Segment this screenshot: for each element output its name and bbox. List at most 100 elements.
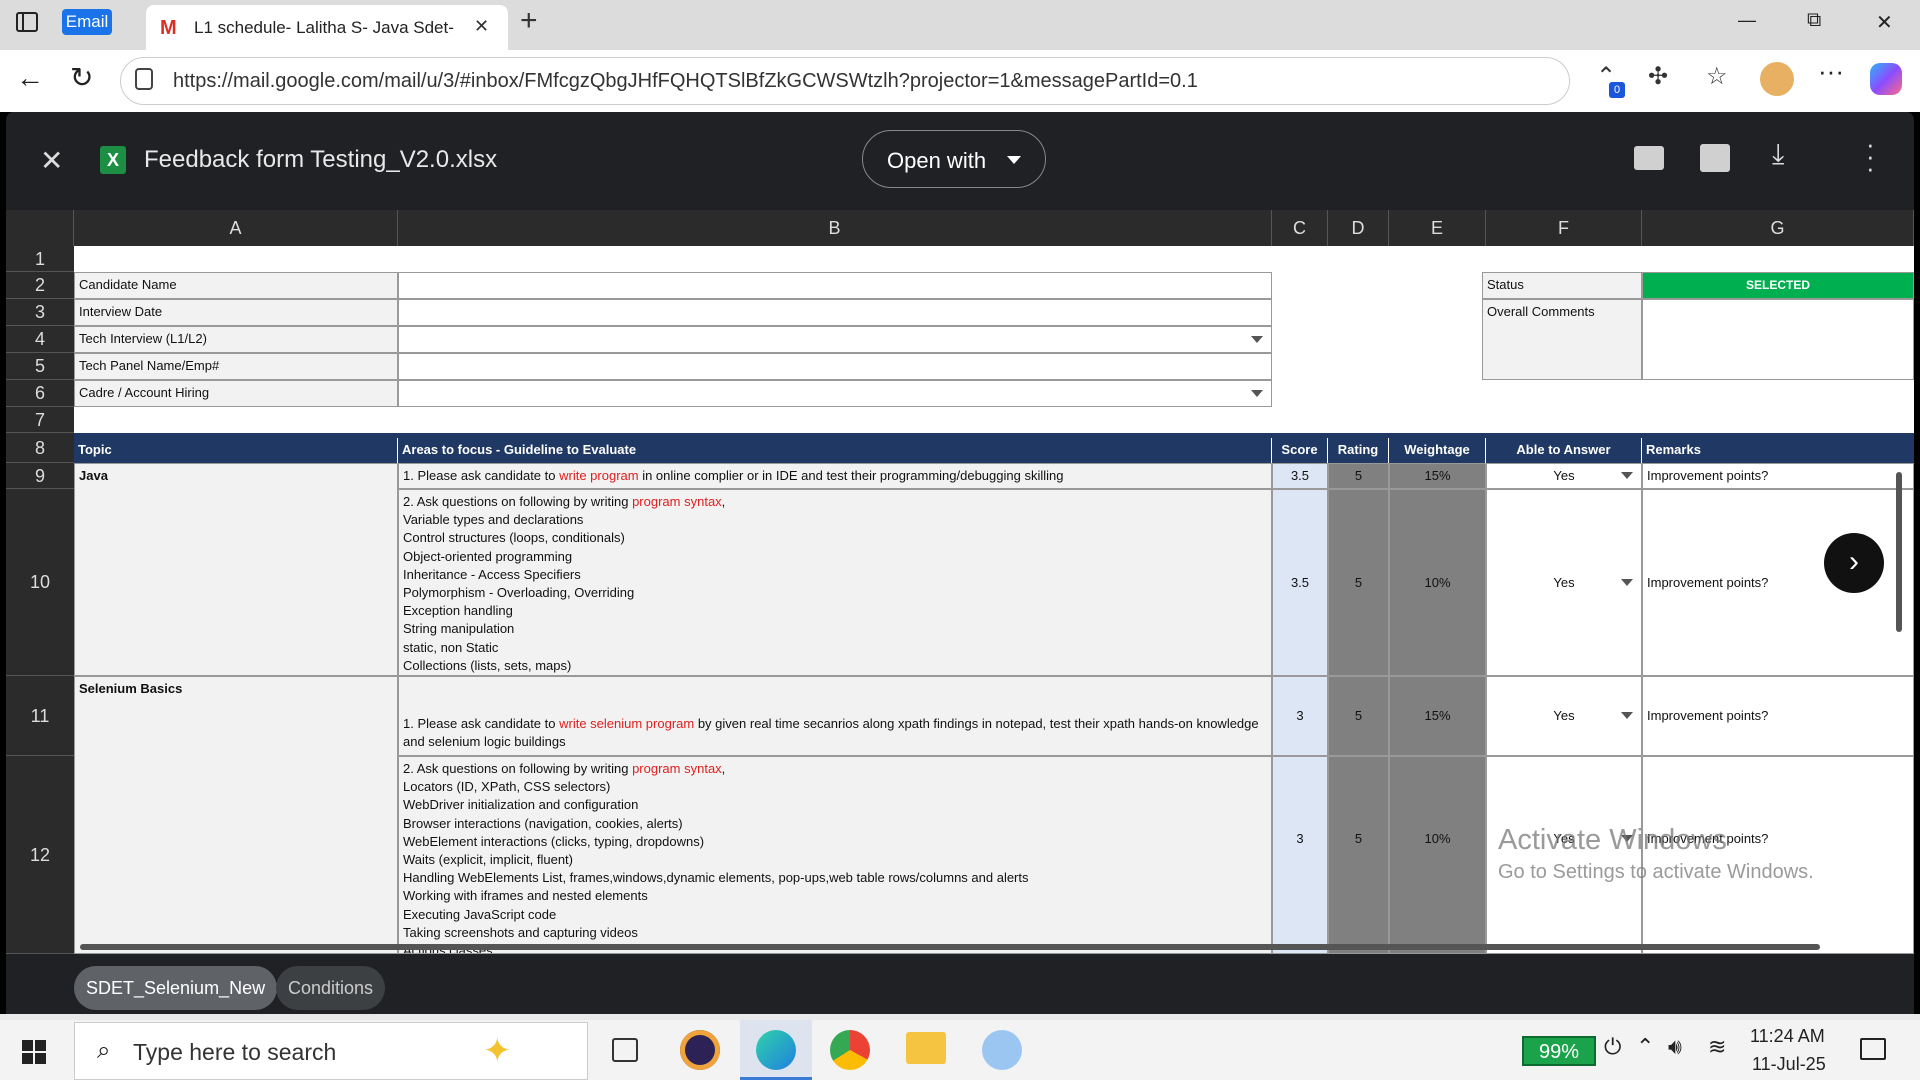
label-candidate-name: Candidate Name <box>74 272 398 299</box>
row-header-10[interactable]: 10 <box>6 489 74 676</box>
guideline-r12-item: Executing JavaScript code <box>403 906 557 922</box>
row-header-8[interactable]: 8 <box>6 433 74 463</box>
row-header-5[interactable]: 5 <box>6 353 74 380</box>
guideline-r12-item: WebDriver initialization and configurati… <box>403 797 639 813</box>
vertical-scrollbar[interactable] <box>1896 472 1902 632</box>
score-r9[interactable]: 3.5 <box>1272 463 1328 489</box>
address-bar[interactable]: https://mail.google.com/mail/u/3/#inbox/… <box>120 57 1570 105</box>
row-header-7[interactable]: 7 <box>6 407 74 433</box>
chrome-app-icon[interactable] <box>830 1030 870 1070</box>
sheet-tab-sdet-selenium-new[interactable]: SDET_Selenium_New <box>74 966 278 1010</box>
lock-icon[interactable] <box>135 68 153 90</box>
wifi-icon[interactable]: ≋ <box>1708 1034 1726 1060</box>
copilot-icon[interactable] <box>1870 63 1902 95</box>
favorites-icon[interactable]: ☆ <box>1706 62 1728 91</box>
back-icon[interactable]: ← <box>16 62 44 94</box>
file-explorer-icon[interactable] <box>906 1032 946 1064</box>
dropdown-arrow-icon[interactable] <box>1621 579 1633 586</box>
dropdown-arrow-icon[interactable] <box>1621 712 1633 719</box>
score-r11[interactable]: 3 <box>1272 676 1328 756</box>
clock-time[interactable]: 11:24 AM <box>1750 1026 1825 1047</box>
edge-app-active[interactable] <box>740 1020 812 1080</box>
windows-start-icon[interactable] <box>22 1040 46 1064</box>
column-header-d[interactable]: D <box>1328 210 1389 246</box>
paint-app-icon[interactable] <box>982 1030 1022 1070</box>
taskbar-search-box[interactable]: ⌕ Type here to search ✦ <box>74 1022 588 1080</box>
input-overall-comments[interactable] <box>1642 299 1914 380</box>
print-icon[interactable] <box>1700 144 1730 172</box>
rating-r11: 5 <box>1328 676 1389 756</box>
next-page-button[interactable]: › <box>1824 533 1884 593</box>
volume-icon[interactable]: 🔊︎ <box>1668 1034 1682 1060</box>
file-title: Feedback form Testing_V2.0.xlsx <box>144 146 498 173</box>
input-candidate-name[interactable] <box>398 272 1272 299</box>
input-tech-interview[interactable] <box>398 326 1272 353</box>
refresh-icon[interactable]: ↻ <box>70 61 93 94</box>
eclipse-app-icon[interactable] <box>680 1030 720 1070</box>
email-workspace-badge[interactable]: Email <box>62 9 112 35</box>
more-options-icon[interactable]: · · · <box>1866 131 1875 181</box>
able-r9-value: Yes <box>1553 468 1575 483</box>
row-header-9[interactable]: 9 <box>6 463 74 489</box>
row-header-6[interactable]: 6 <box>6 380 74 407</box>
horizontal-scrollbar[interactable] <box>80 944 1820 950</box>
rating-r9: 5 <box>1328 463 1389 489</box>
add-to-drive-icon[interactable] <box>1634 146 1664 170</box>
score-r12[interactable]: 3 <box>1272 756 1328 954</box>
column-header-c[interactable]: C <box>1272 210 1328 246</box>
open-with-button[interactable]: Open with <box>862 130 1046 188</box>
column-header-b[interactable]: B <box>398 210 1272 246</box>
label-cadre: Cadre / Account Hiring <box>74 380 398 407</box>
close-tab-icon[interactable]: ✕ <box>474 16 489 37</box>
close-viewer-icon[interactable]: ✕ <box>40 144 63 177</box>
column-header-g[interactable]: G <box>1642 210 1914 246</box>
able-r9[interactable]: Yes <box>1486 463 1642 489</box>
weightage-r10-value: 10% <box>1424 575 1451 590</box>
dropdown-arrow-icon[interactable] <box>1251 336 1263 343</box>
close-window-button[interactable]: ✕ <box>1876 10 1893 35</box>
row-header-11[interactable]: 11 <box>6 676 74 756</box>
column-header-a[interactable]: A <box>74 210 398 246</box>
profile-avatar[interactable] <box>1760 62 1794 96</box>
dropdown-arrow-icon[interactable] <box>1251 390 1263 397</box>
dropdown-arrow-icon[interactable] <box>1621 472 1633 479</box>
tab-actions-icon[interactable] <box>16 12 38 32</box>
guideline-r10-intro: 2. Ask questions on following by writing… <box>403 493 1267 511</box>
row-header-3[interactable]: 3 <box>6 299 74 326</box>
battery-indicator[interactable]: 99% <box>1522 1036 1596 1066</box>
input-tech-panel[interactable] <box>398 353 1272 380</box>
row-header-2[interactable]: 2 <box>6 272 74 299</box>
browser-tab-active[interactable]: M L1 schedule- Lalitha S- Java Sdet- ✕ <box>146 5 508 50</box>
remarks-r11[interactable]: Improvement points? <box>1642 676 1914 756</box>
able-r10[interactable]: Yes <box>1486 489 1642 676</box>
guideline-r10-item: static, non Static <box>403 639 499 655</box>
download-icon[interactable]: ⤓ <box>1772 138 1784 171</box>
status-value[interactable]: SELECTED <box>1642 272 1914 299</box>
rating-r10-value: 5 <box>1354 575 1363 590</box>
input-cadre[interactable] <box>398 380 1272 407</box>
input-interview-date[interactable] <box>398 299 1272 326</box>
minimize-button[interactable]: — <box>1738 10 1756 31</box>
remarks-r9[interactable]: Improvement points? <box>1642 463 1914 489</box>
more-menu-icon[interactable]: ··· <box>1818 56 1844 87</box>
score-r10-value: 3.5 <box>1290 575 1310 590</box>
sheet-tab-conditions[interactable]: Conditions <box>276 966 386 1010</box>
row-header-4[interactable]: 4 <box>6 326 74 353</box>
header-topic: Topic <box>74 438 398 463</box>
notifications-icon[interactable] <box>1860 1038 1886 1060</box>
task-view-icon[interactable] <box>612 1038 638 1062</box>
row-header-1[interactable]: 1 <box>6 246 74 272</box>
restore-button[interactable]: ⧉ <box>1807 9 1821 32</box>
show-hidden-icons[interactable]: ⌃ <box>1636 1034 1654 1060</box>
score-r10[interactable]: 3.5 <box>1272 489 1328 676</box>
gmail-icon: M <box>160 17 177 39</box>
viewer-header: ✕ X Feedback form Testing_V2.0.xlsx Open… <box>6 112 1914 208</box>
url-text[interactable]: https://mail.google.com/mail/u/3/#inbox/… <box>173 70 1198 93</box>
clock-date[interactable]: 11-Jul-25 <box>1752 1054 1826 1075</box>
puzzle-extensions-icon[interactable]: ✣ <box>1648 62 1668 91</box>
row-header-12[interactable]: 12 <box>6 756 74 954</box>
new-tab-button[interactable]: + <box>520 4 538 38</box>
column-header-e[interactable]: E <box>1389 210 1486 246</box>
able-r11[interactable]: Yes <box>1486 676 1642 756</box>
column-header-f[interactable]: F <box>1486 210 1642 246</box>
